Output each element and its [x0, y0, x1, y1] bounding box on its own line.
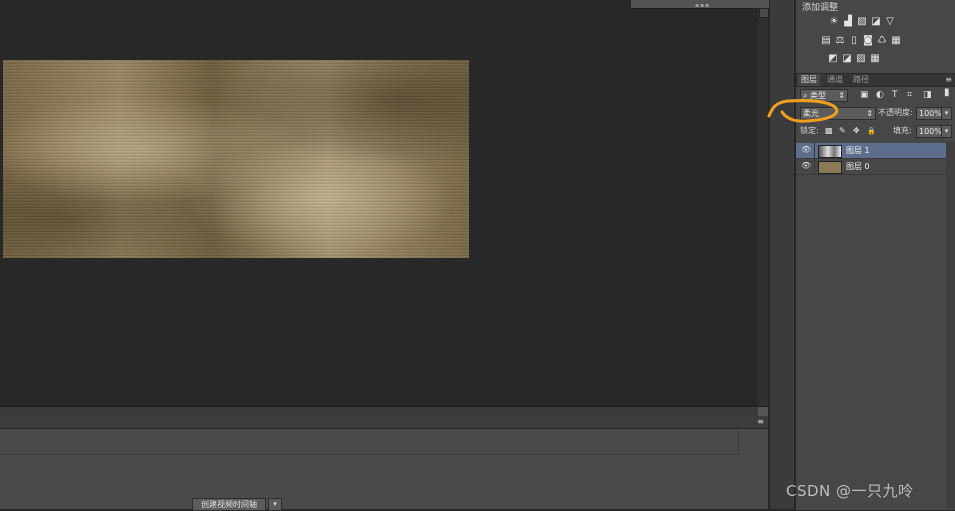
- brightness-icon[interactable]: ☀: [828, 16, 840, 28]
- fill-input[interactable]: 100%: [916, 125, 942, 138]
- gradient-map-icon[interactable]: ▦: [869, 53, 881, 65]
- adjustment-filter-icon[interactable]: ◐: [876, 89, 884, 101]
- panel-menu-icon[interactable]: ≡: [757, 417, 764, 426]
- layers-tab-bar: 图层 通道 路径 ≡: [796, 74, 955, 87]
- smart-object-filter-icon[interactable]: ◨: [923, 89, 932, 101]
- panel-dock-strip: [769, 0, 795, 509]
- visibility-eye-icon[interactable]: 👁: [801, 161, 811, 170]
- pixel-filter-icon[interactable]: ▣: [860, 89, 869, 101]
- vibrance-icon[interactable]: ▽: [884, 16, 896, 28]
- posterize-icon[interactable]: ◪: [841, 53, 853, 65]
- opacity-input[interactable]: 100%: [916, 107, 942, 120]
- photo-filter-icon[interactable]: ◙: [862, 35, 874, 47]
- opacity-dropdown-button[interactable]: ▾: [941, 107, 952, 120]
- divider: [814, 159, 815, 174]
- visibility-eye-icon[interactable]: 👁: [801, 145, 811, 154]
- opacity-label: 不透明度:: [878, 108, 913, 117]
- brushed-metal-image[interactable]: [3, 60, 469, 258]
- levels-icon[interactable]: ▟: [842, 16, 854, 28]
- panel-menu-icon[interactable]: ≡: [945, 74, 952, 86]
- layer-thumbnail[interactable]: [818, 161, 842, 174]
- watermark-text: CSDN @一只九呤: [786, 482, 914, 500]
- tab-channels[interactable]: 通道: [824, 74, 846, 86]
- timeline-tab-bar: ≡: [0, 416, 768, 429]
- invert-icon[interactable]: ◩: [827, 53, 839, 65]
- lock-pixels-icon[interactable]: ✎: [839, 125, 846, 137]
- curves-icon[interactable]: ▨: [856, 16, 868, 28]
- exposure-icon[interactable]: ◪: [870, 16, 882, 28]
- color-balance-icon[interactable]: ⚖: [834, 35, 846, 47]
- fill-dropdown-button[interactable]: ▾: [941, 125, 952, 138]
- divider: [814, 143, 815, 158]
- lock-position-icon[interactable]: ✥: [853, 125, 860, 137]
- tab-layers[interactable]: 图层: [798, 74, 820, 86]
- lock-label: 锁定:: [800, 126, 819, 135]
- black-white-icon[interactable]: ▯: [848, 35, 860, 47]
- canvas-vertical-scrollbar[interactable]: [758, 0, 769, 406]
- timeline-panel: ≡: [0, 416, 768, 509]
- shape-filter-icon[interactable]: ⌗: [907, 89, 912, 101]
- layers-panel: 图层 通道 路径 ≡ ⌕ 类型 ⇕ ▣ ◐ T ⌗ ◨ ▮ 柔光 ⇕ 不透明度:…: [796, 73, 955, 510]
- layers-scrollbar[interactable]: [946, 142, 955, 509]
- layer-row[interactable]: 👁 图层 1: [796, 143, 946, 159]
- hue-saturation-icon[interactable]: ▤: [820, 35, 832, 47]
- timeline-dropdown-button[interactable]: ▾: [268, 498, 282, 511]
- layer-name[interactable]: 图层 0: [846, 161, 870, 172]
- adjustments-title: 添加调整: [802, 3, 839, 13]
- grip-icon[interactable]: ▪▪▪: [695, 2, 710, 9]
- fill-label: 填充:: [893, 126, 912, 135]
- filter-toggle-icon[interactable]: ▮: [944, 87, 950, 99]
- chevron-down-icon: ⇕: [866, 109, 873, 118]
- adjustments-row-2: ▤ ⚖ ▯ ◙ ♺ ▦: [820, 35, 904, 47]
- layer-row[interactable]: 👁 图层 0: [796, 159, 946, 175]
- adjustments-row-1: ☀ ▟ ▨ ◪ ▽: [828, 16, 898, 28]
- layer-name[interactable]: 图层 1: [846, 145, 870, 156]
- create-video-timeline-button[interactable]: 创建视频时间轴: [192, 498, 266, 511]
- lock-all-icon[interactable]: 🔒: [867, 125, 876, 137]
- threshold-icon[interactable]: ▨: [855, 53, 867, 65]
- layer-thumbnail[interactable]: [818, 145, 842, 158]
- type-filter-icon[interactable]: T: [892, 89, 898, 101]
- adjustments-row-3: ◩ ◪ ▨ ▦: [827, 53, 883, 65]
- channel-mixer-icon[interactable]: ♺: [876, 35, 888, 47]
- tab-paths[interactable]: 路径: [850, 74, 872, 86]
- timeline-track-area: [0, 429, 739, 455]
- highlight-annotation-icon: [767, 99, 839, 123]
- color-lookup-icon[interactable]: ▦: [890, 35, 902, 47]
- lock-transparency-icon[interactable]: ▩: [825, 125, 833, 137]
- floating-panel-header[interactable]: ▪▪▪: [631, 0, 769, 9]
